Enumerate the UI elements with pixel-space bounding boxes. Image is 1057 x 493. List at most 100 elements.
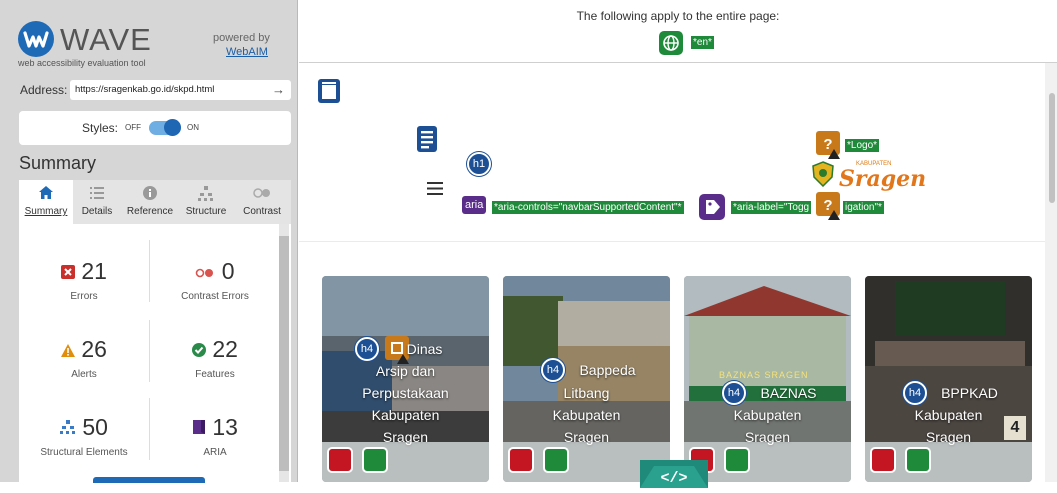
tab-details[interactable]: Details: [73, 180, 121, 224]
header-divider: [299, 241, 1045, 242]
alert-icon: [61, 344, 75, 357]
tab-contrast[interactable]: Contrast: [233, 180, 291, 224]
styles-label: Styles:: [82, 121, 119, 135]
address-row: Address: https://sragenkab.go.id/skpd.ht…: [0, 78, 298, 100]
summary-stats: 21 Errors 0 Contrast Errors 26 Alerts 22…: [19, 224, 291, 482]
image-alt-icon[interactable]: [543, 447, 569, 473]
aria-label-tag-start[interactable]: *aria-label="Togg: [731, 201, 812, 214]
tab-label: Details: [81, 206, 113, 217]
stat-label: Errors: [70, 291, 98, 302]
language-globe-icon[interactable]: [659, 31, 683, 55]
address-input[interactable]: https://sragenkab.go.id/skpd.html: [75, 84, 214, 95]
wave-logo-icon: [18, 21, 54, 57]
wave-sidebar: WAVE web accessibility evaluation tool p…: [0, 0, 298, 483]
webaim-link[interactable]: WebAIM: [226, 46, 268, 58]
stat-alerts[interactable]: 26 Alerts: [19, 336, 149, 380]
card-title-line: Kabupaten: [552, 407, 621, 423]
address-label: Address:: [20, 83, 68, 97]
stat-label: Contrast Errors: [181, 291, 249, 302]
arrow-right-icon[interactable]: →: [272, 82, 285, 97]
summary-heading: Summary: [19, 153, 97, 173]
card-sign-text: BAZNAS SRAGEN: [719, 370, 809, 380]
tab-label: Structure: [185, 206, 227, 217]
contrast-error-icon: [196, 268, 214, 278]
powered-by-label: powered by: [213, 32, 270, 44]
stat-value: 50: [82, 414, 108, 440]
tab-summary[interactable]: Summary: [19, 180, 73, 224]
stat-errors[interactable]: 21 Errors: [19, 258, 149, 302]
page-preview: h1 aria *aria-controls="navbarSupportedC…: [299, 63, 1057, 482]
language-tag[interactable]: *en*: [691, 36, 714, 49]
aria-badge[interactable]: aria: [462, 196, 487, 214]
error-broken-link-icon[interactable]: [870, 447, 896, 473]
alert-question-icon[interactable]: ?: [816, 192, 842, 220]
agency-card-1[interactable]: h4 Dinas Arsip dan Perpustakaan Kabupate…: [322, 276, 489, 482]
image-alt-icon[interactable]: [362, 447, 388, 473]
stat-value: 26: [81, 336, 107, 362]
card-title-line: Litbang: [563, 385, 610, 401]
tab-label: Summary: [24, 206, 68, 217]
styles-on-label: ON: [187, 123, 199, 132]
contrast-icon: [253, 188, 270, 198]
styles-toggle[interactable]: [149, 119, 181, 136]
aria-label-icon[interactable]: [699, 194, 725, 220]
bottom-action-button[interactable]: [93, 477, 205, 483]
site-logo-text[interactable]: Sragen: [839, 166, 926, 192]
address-field[interactable]: https://sragenkab.go.id/skpd.html →: [70, 80, 291, 100]
stat-value: 0: [221, 258, 235, 284]
card-title-line: Kabupaten: [371, 407, 440, 423]
aria-icon: [193, 420, 205, 434]
agency-card-3[interactable]: BAZNAS SRAGEN h4 BAZNAS Kabupaten Sragen: [684, 276, 851, 482]
alert-question-icon[interactable]: ?: [816, 131, 842, 159]
stat-value: 13: [212, 414, 238, 440]
tab-label: Contrast: [243, 206, 281, 217]
error-broken-link-icon[interactable]: [508, 447, 534, 473]
hamburger-menu-icon[interactable]: [427, 182, 443, 195]
card-title-line: Bappeda: [579, 362, 636, 378]
styles-off-label: OFF: [125, 123, 141, 132]
stat-value: 21: [81, 258, 107, 284]
toggle-knob[interactable]: [164, 119, 181, 136]
stat-label: ARIA: [203, 447, 227, 458]
svg-text:?: ?: [823, 136, 832, 153]
aria-label-tag-end[interactable]: igation"*: [843, 201, 884, 214]
stat-aria[interactable]: 13 ARIA: [150, 414, 280, 458]
app-title: WAVE: [60, 22, 152, 57]
page-level-banner: The following apply to the entire page: …: [299, 0, 1057, 63]
sragen-crest-icon[interactable]: [811, 161, 835, 187]
h1-heading-icon[interactable]: h1: [467, 152, 491, 176]
agency-card-2[interactable]: h4 Bappeda Litbang Kabupaten Sragen: [503, 276, 670, 482]
app-tagline: web accessibility evaluation tool: [18, 58, 146, 68]
code-icon: </>: [640, 466, 708, 488]
image-alt-icon[interactable]: [905, 447, 931, 473]
code-view-toggle[interactable]: </>: [640, 460, 708, 488]
info-icon: [143, 186, 157, 200]
panel-tabs: Summary Details Reference Structure Cont…: [19, 180, 291, 224]
page-scrollbar-thumb[interactable]: [1049, 93, 1055, 203]
wave-logo-area: WAVE web accessibility evaluation tool p…: [8, 8, 292, 68]
summary-scrollbar-thumb[interactable]: [279, 236, 289, 471]
card-title-line: Dinas: [406, 341, 443, 357]
code-toggle-label: </>: [660, 470, 687, 487]
card-title-line: Perpustakaan: [362, 385, 449, 401]
stat-features[interactable]: 22 Features: [150, 336, 280, 380]
logo-alt-tag[interactable]: *Logo*: [845, 139, 880, 152]
svg-text:?: ?: [823, 197, 832, 214]
agency-card-4[interactable]: h4 BPPKAD Kabupaten Sragen 4: [865, 276, 1032, 482]
stat-structural[interactable]: 50 Structural Elements: [19, 414, 149, 458]
card-title-line: Kabupaten: [733, 407, 802, 423]
home-icon: [39, 186, 53, 199]
navigation-icon[interactable]: [416, 125, 438, 153]
aria-controls-tag[interactable]: *aria-controls="navbarSupportedContent"*: [492, 201, 684, 214]
error-icon: [61, 265, 75, 279]
styles-toggle-row: Styles: OFF ON: [19, 111, 291, 145]
tab-reference[interactable]: Reference: [121, 180, 179, 224]
region-icon[interactable]: [317, 78, 341, 104]
tab-structure[interactable]: Structure: [179, 180, 233, 224]
structure-icon: [60, 420, 75, 434]
card-title-line: BPPKAD: [941, 385, 998, 401]
stat-label: Structural Elements: [40, 447, 128, 458]
image-alt-icon[interactable]: [724, 447, 750, 473]
error-broken-link-icon[interactable]: [327, 447, 353, 473]
stat-contrast-errors[interactable]: 0 Contrast Errors: [150, 258, 280, 302]
